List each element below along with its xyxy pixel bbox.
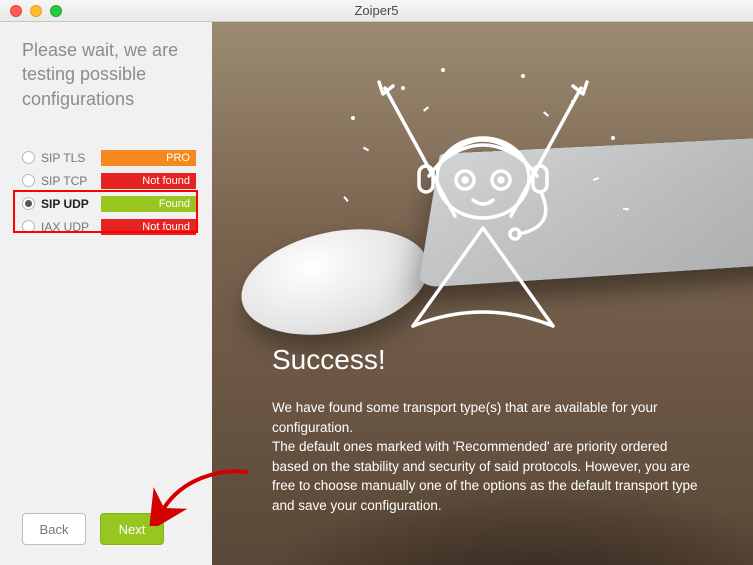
success-copy: Success! We have found some transport ty… <box>272 344 703 515</box>
config-label: SIP TCP <box>41 174 101 188</box>
titlebar: Zoiper5 <box>0 0 753 22</box>
success-title: Success! <box>272 344 703 376</box>
next-button[interactable]: Next <box>100 513 164 545</box>
config-row-sip-tls[interactable]: SIP TLS PRO <box>22 149 196 167</box>
status-badge: Not found <box>101 219 196 235</box>
config-label: IAX UDP <box>41 220 101 234</box>
radio-icon[interactable] <box>22 197 35 210</box>
config-list: SIP TLS PRO SIP TCP Not found SIP UDP Fo… <box>22 149 196 236</box>
config-row-sip-tcp[interactable]: SIP TCP Not found <box>22 172 196 190</box>
config-row-iax-udp[interactable]: IAX UDP Not found <box>22 218 196 236</box>
sidebar-heading: Please wait, we are testing possible con… <box>22 38 196 111</box>
radio-icon[interactable] <box>22 151 35 164</box>
main-panel: Success! We have found some transport ty… <box>212 22 753 565</box>
status-badge: PRO <box>101 150 196 166</box>
radio-icon[interactable] <box>22 220 35 233</box>
status-badge: Found <box>101 196 196 212</box>
success-body-1: We have found some transport type(s) tha… <box>272 398 703 437</box>
status-badge: Not found <box>101 173 196 189</box>
content: Please wait, we are testing possible con… <box>0 22 753 565</box>
back-button[interactable]: Back <box>22 513 86 545</box>
wizard-buttons: Back Next <box>22 513 196 545</box>
success-body-2: The default ones marked with 'Recommende… <box>272 437 703 515</box>
config-label: SIP UDP <box>41 197 101 211</box>
sidebar: Please wait, we are testing possible con… <box>0 22 212 565</box>
config-row-sip-udp[interactable]: SIP UDP Found <box>22 195 196 213</box>
laptop-illustration <box>418 138 753 288</box>
radio-icon[interactable] <box>22 174 35 187</box>
config-label: SIP TLS <box>41 151 101 165</box>
window-title: Zoiper5 <box>0 3 753 18</box>
